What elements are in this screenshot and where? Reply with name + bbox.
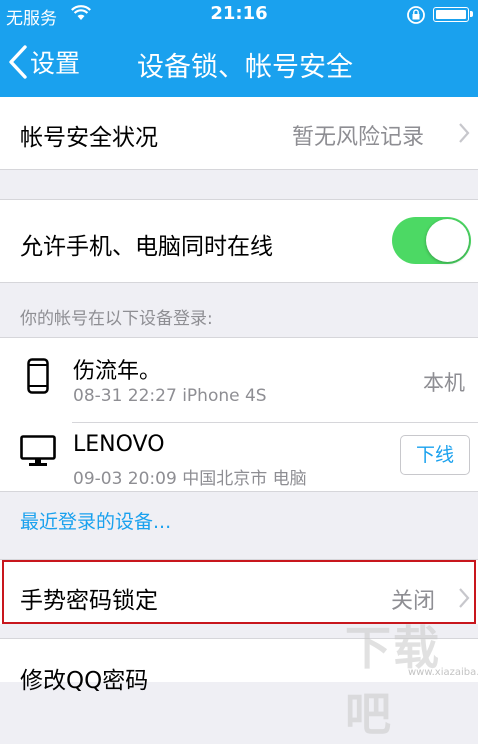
dual-online-toggle[interactable] [392,217,471,264]
rotation-lock-icon [405,4,427,30]
page-title: 设备锁、帐号安全 [137,52,353,83]
device-name: LENOVO [73,432,165,457]
devices-section-label: 你的帐号在以下设备登录: [20,309,213,329]
account-status-value: 暂无风险记录 [292,125,425,150]
battery-icon [433,7,473,22]
account-status-label: 帐号安全状况 [20,125,158,151]
device-meta: 09-03 20:09 中国北京市 电脑 [73,469,307,489]
device-name: 伤流年。 [73,359,162,384]
toggle-knob [426,219,469,262]
change-password-label: 修改QQ密码 [20,668,149,694]
divider [0,169,478,170]
divider [0,282,478,283]
watermark-url: www.xiazaiba.com [408,667,478,678]
logout-device-button[interactable]: 下线 [400,435,470,475]
watermark-logo: 下载吧 [345,621,441,741]
recent-devices-link[interactable]: 最近登录的设备... [20,507,171,534]
status-bar: 无服务 21:16 [0,0,478,30]
account-status-row[interactable]: 帐号安全状况 暂无风险记录 [0,97,478,169]
chevron-right-icon [459,123,470,143]
this-device-tag: 本机 [423,371,465,395]
nav-bar: 设置 设备锁、帐号安全 [0,30,478,97]
divider [72,422,478,423]
header-bar: 无服务 21:16 设置 设备锁、帐号安全 [0,0,478,97]
divider [0,491,478,492]
monitor-icon [20,435,56,466]
phone-icon [27,358,49,394]
dual-online-label: 允许手机、电脑同时在线 [20,234,273,260]
device-meta: 08-31 22:27 iPhone 4S [73,386,267,406]
